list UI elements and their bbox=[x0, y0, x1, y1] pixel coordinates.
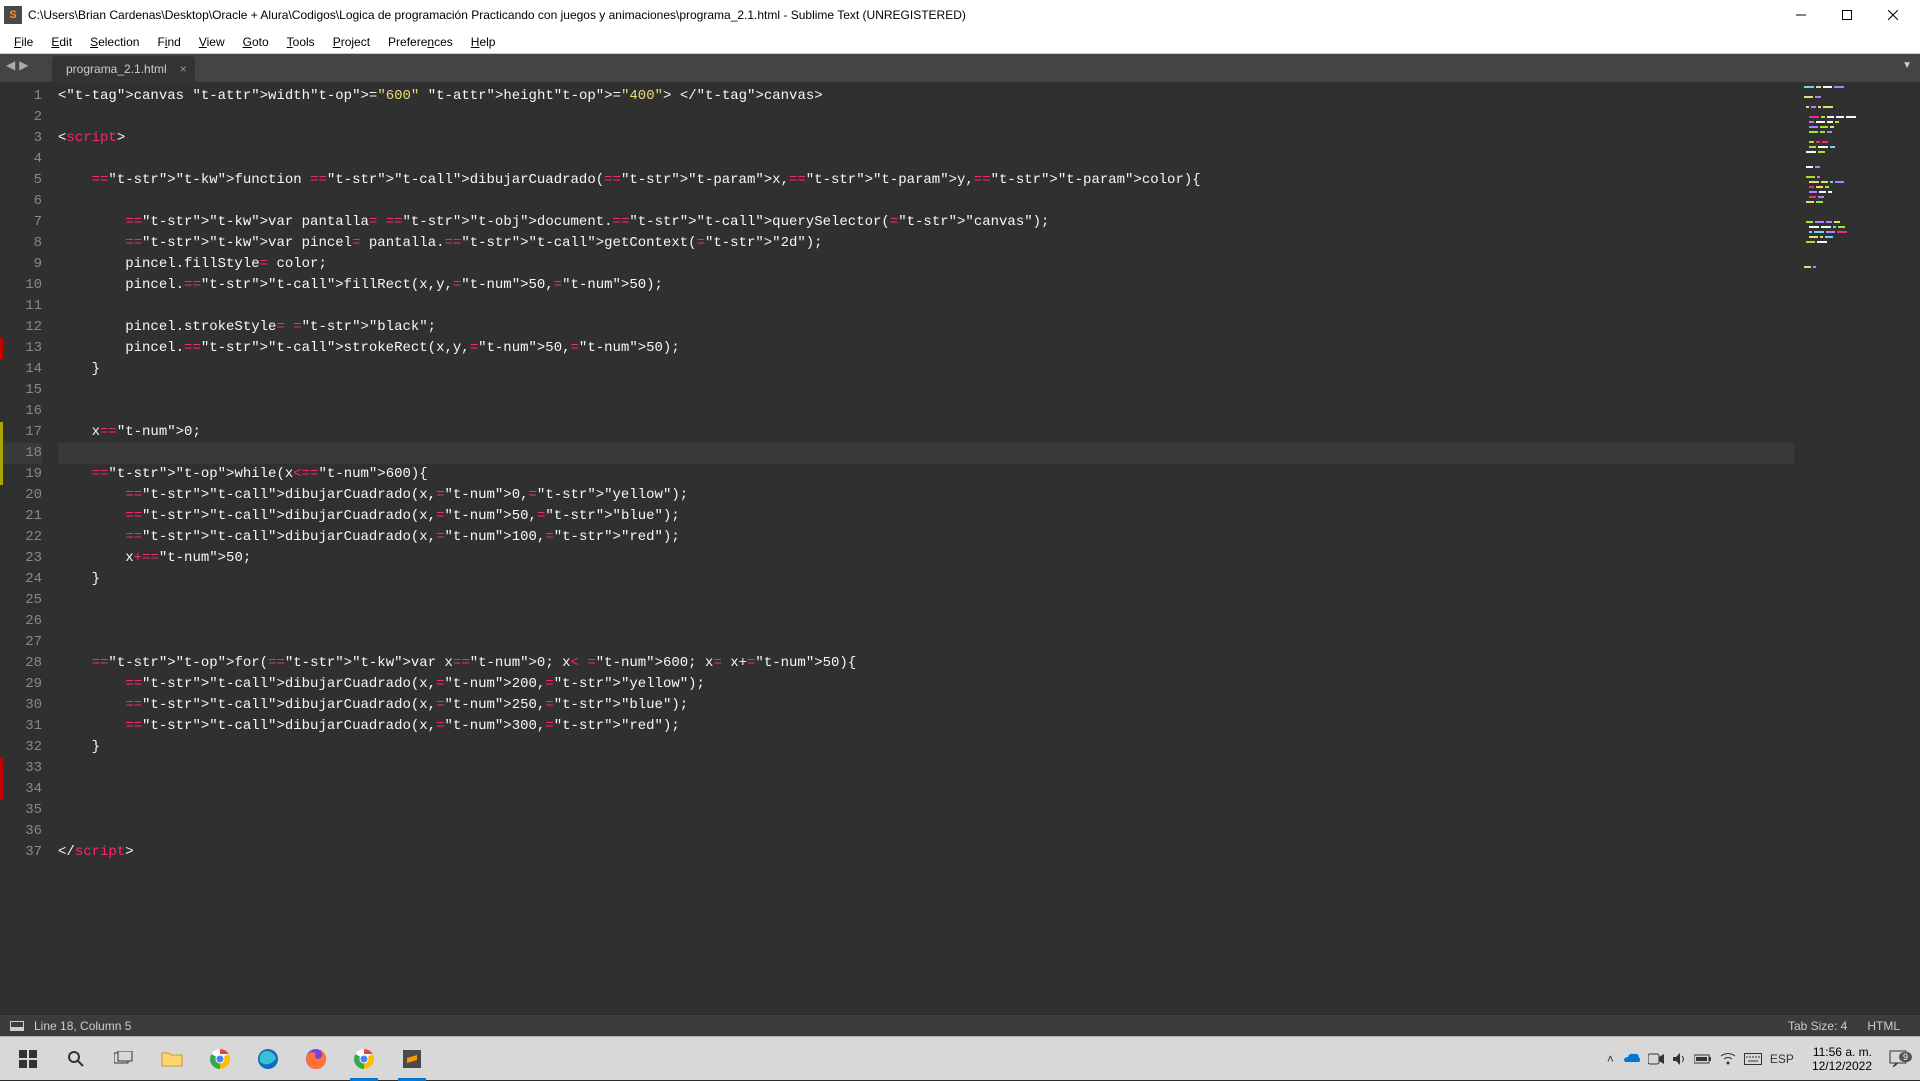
input-language[interactable]: ESP bbox=[1770, 1052, 1794, 1066]
sublime-app-icon: S bbox=[4, 6, 22, 24]
start-button[interactable] bbox=[4, 1037, 52, 1081]
status-position: Line 18, Column 5 bbox=[34, 1019, 131, 1033]
edge-icon bbox=[257, 1048, 279, 1070]
title-bar: S C:\Users\Brian Cardenas\Desktop\Oracle… bbox=[0, 0, 1920, 30]
menu-help[interactable]: Help bbox=[463, 33, 504, 51]
minimize-button[interactable] bbox=[1778, 0, 1824, 30]
windows-taskbar: ˄ ESP 11:56 a. m. 12/12/2022 9 bbox=[0, 1036, 1920, 1080]
maximize-button[interactable] bbox=[1824, 0, 1870, 30]
menu-view[interactable]: View bbox=[191, 33, 233, 51]
tab-label: programa_2.1.html bbox=[66, 62, 167, 76]
folder-icon bbox=[161, 1050, 183, 1068]
notification-badge: 9 bbox=[1899, 1052, 1912, 1062]
nav-back-icon[interactable]: ◀ bbox=[6, 58, 15, 72]
search-icon bbox=[67, 1050, 85, 1068]
status-syntax[interactable]: HTML bbox=[1857, 1019, 1910, 1033]
clock-time: 11:56 a. m. bbox=[1812, 1045, 1872, 1059]
code-editor[interactable]: <"t-tag">canvas "t-attr">width"t-op">="6… bbox=[52, 82, 1800, 1014]
chrome-button-1[interactable] bbox=[196, 1037, 244, 1081]
menu-tools[interactable]: Tools bbox=[279, 33, 323, 51]
clock-date: 12/12/2022 bbox=[1812, 1059, 1872, 1073]
menu-find[interactable]: Find bbox=[149, 33, 188, 51]
status-bar: Line 18, Column 5 Tab Size: 4 HTML bbox=[0, 1014, 1920, 1036]
windows-logo-icon bbox=[19, 1050, 37, 1068]
tab-overflow-icon[interactable]: ▼ bbox=[1902, 60, 1912, 71]
taskbar-clock[interactable]: 11:56 a. m. 12/12/2022 bbox=[1804, 1045, 1880, 1073]
wifi-icon[interactable] bbox=[1720, 1053, 1736, 1065]
window-title: C:\Users\Brian Cardenas\Desktop\Oracle +… bbox=[28, 8, 1778, 22]
volume-icon[interactable] bbox=[1672, 1052, 1686, 1066]
action-center-button[interactable]: 9 bbox=[1880, 1050, 1916, 1068]
status-tab-size[interactable]: Tab Size: 4 bbox=[1778, 1019, 1857, 1033]
chrome-button-2[interactable] bbox=[340, 1037, 388, 1081]
close-button[interactable] bbox=[1870, 0, 1916, 30]
line-number-gutter: 1234567891011121314151617181920212223242… bbox=[0, 82, 52, 1014]
minimap[interactable] bbox=[1800, 82, 1920, 1014]
task-view-icon bbox=[114, 1051, 134, 1067]
file-tab[interactable]: programa_2.1.html × bbox=[52, 56, 195, 82]
battery-icon[interactable] bbox=[1694, 1054, 1712, 1064]
keyboard-icon[interactable] bbox=[1744, 1053, 1762, 1065]
file-explorer-button[interactable] bbox=[148, 1037, 196, 1081]
chrome-icon bbox=[353, 1048, 375, 1070]
tab-close-icon[interactable]: × bbox=[180, 62, 187, 76]
tray-chevron-icon[interactable]: ˄ bbox=[1607, 1052, 1614, 1066]
menu-selection[interactable]: Selection bbox=[82, 33, 147, 51]
tab-bar: ◀ ▶ programa_2.1.html × ▼ bbox=[0, 54, 1920, 82]
onedrive-icon[interactable] bbox=[1622, 1053, 1640, 1065]
menu-project[interactable]: Project bbox=[325, 33, 378, 51]
chrome-icon bbox=[209, 1048, 231, 1070]
menu-goto[interactable]: Goto bbox=[235, 33, 277, 51]
system-tray[interactable]: ˄ ESP bbox=[1597, 1052, 1804, 1066]
sublime-taskbar-button[interactable] bbox=[388, 1037, 436, 1081]
meet-now-icon[interactable] bbox=[1648, 1053, 1664, 1065]
menu-preferences[interactable]: Preferences bbox=[380, 33, 461, 51]
task-view-button[interactable] bbox=[100, 1037, 148, 1081]
search-button[interactable] bbox=[52, 1037, 100, 1081]
nav-forward-icon[interactable]: ▶ bbox=[19, 58, 28, 72]
edge-button[interactable] bbox=[244, 1037, 292, 1081]
firefox-button[interactable] bbox=[292, 1037, 340, 1081]
menu-file[interactable]: File bbox=[6, 33, 41, 51]
editor-area: 1234567891011121314151617181920212223242… bbox=[0, 82, 1920, 1014]
panel-switcher-icon[interactable] bbox=[10, 1021, 24, 1031]
menu-edit[interactable]: Edit bbox=[43, 33, 80, 51]
menu-bar: File Edit Selection Find View Goto Tools… bbox=[0, 30, 1920, 54]
firefox-icon bbox=[305, 1048, 327, 1070]
window-controls bbox=[1778, 0, 1916, 30]
sublime-icon bbox=[401, 1048, 423, 1070]
